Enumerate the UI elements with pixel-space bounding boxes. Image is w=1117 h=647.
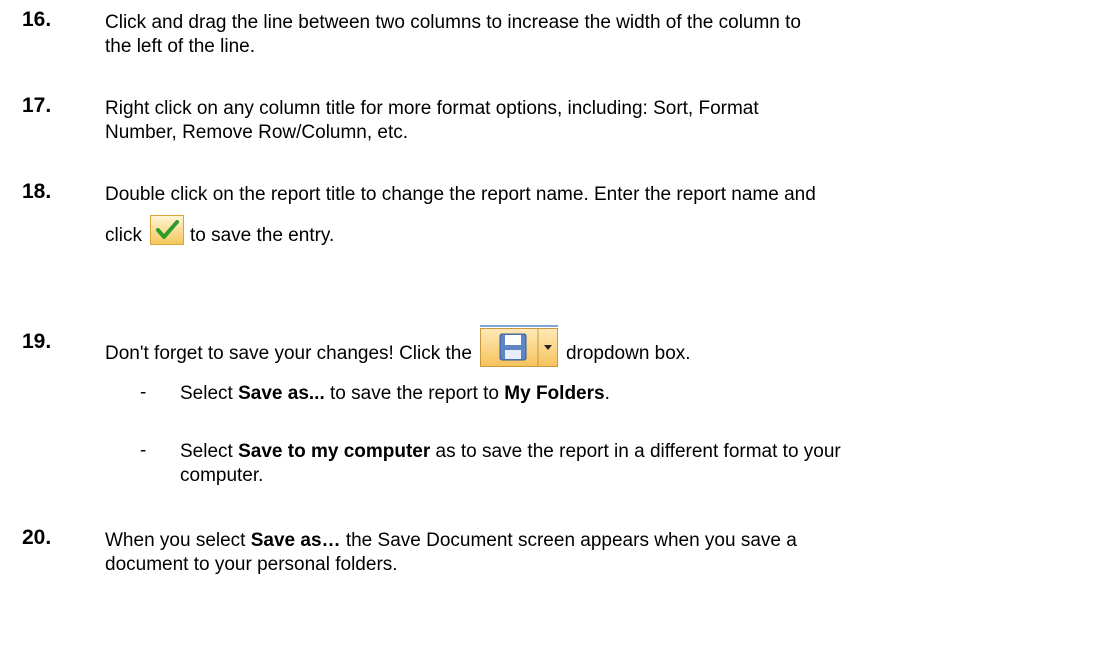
step-17-text: Right click on any column title for more… <box>105 97 1095 145</box>
step-19-pre-text: Don't forget to save your changes! Click… <box>105 343 472 365</box>
step-20-line-2: document to your personal folders. <box>105 554 398 575</box>
step-18-click-text: click <box>105 225 142 247</box>
step-number-18: 18. <box>22 180 52 203</box>
bullet-2-bold-save-to-my-computer: Save to my computer <box>238 441 431 462</box>
step-16-line-1: Click and drag the line between two colu… <box>105 12 801 33</box>
step-20-bold-save-as: Save as… <box>250 530 341 551</box>
step-20-pre: When you select <box>105 530 246 551</box>
step-20-line-1: When you select Save as… the Save Docume… <box>105 529 1095 553</box>
step-20-post: the Save Document screen appears when yo… <box>345 530 797 551</box>
bullet-1-mid: to save the report to <box>330 383 499 404</box>
step-18-line-1: Double click on the report title to chan… <box>105 184 816 205</box>
bullet-2-text: Select Save to my computer as to save th… <box>180 440 1090 488</box>
bullet-1-bold-my-folders: My Folders <box>504 383 605 404</box>
bullet-dash-1: - <box>140 382 147 403</box>
step-18-line-2: click to save the entry. <box>105 215 1095 251</box>
step-17-line-2: Number, Remove Row/Column, etc. <box>105 122 409 143</box>
step-19-line-1: Don't forget to save your changes! Click… <box>105 325 1095 375</box>
step-number-16: 16. <box>22 8 52 31</box>
bullet-2-mid: as to save the report in a different for… <box>435 441 841 462</box>
bullet-2-pre: Select <box>180 441 233 462</box>
bullet-1-text: Select Save as... to save the report to … <box>180 382 1090 406</box>
bullet-2-line-1: Select Save to my computer as to save th… <box>180 440 1090 464</box>
checkmark-icon <box>149 215 184 245</box>
bullet-1-post: . <box>604 383 610 404</box>
step-number-20: 20. <box>22 526 52 549</box>
step-number-19: 19. <box>22 330 52 353</box>
save-dropdown-icon <box>479 325 558 367</box>
bullet-2-line-2: computer. <box>180 465 264 486</box>
step-16-line-2: the left of the line. <box>105 36 255 57</box>
step-number-17: 17. <box>22 94 52 117</box>
step-18-save-entry-text: to save the entry. <box>189 225 335 247</box>
step-19-text: Don't forget to save your changes! Click… <box>105 325 1095 375</box>
step-16-text: Click and drag the line between two colu… <box>105 11 1095 59</box>
bullet-1-bold-save-as: Save as... <box>238 383 325 404</box>
step-18-text: Double click on the report title to chan… <box>105 183 1095 251</box>
step-20-text: When you select Save as… the Save Docume… <box>105 529 1095 577</box>
step-17-line-1: Right click on any column title for more… <box>105 98 759 119</box>
bullet-dash-2: - <box>140 440 147 461</box>
bullet-1-pre: Select <box>180 383 233 404</box>
step-19-post-text: dropdown box. <box>565 343 691 365</box>
